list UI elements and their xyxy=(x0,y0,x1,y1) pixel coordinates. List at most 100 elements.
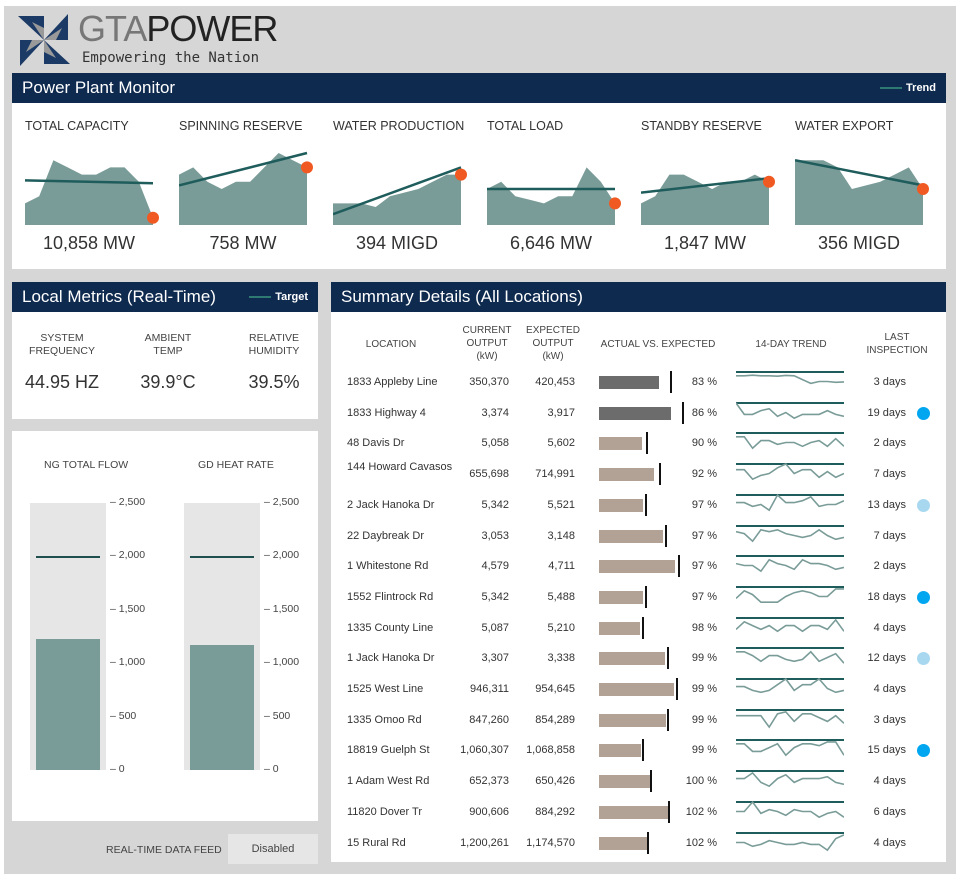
actual-bar xyxy=(599,376,659,389)
last-inspection-cell: 3 days xyxy=(873,713,906,726)
trend-sparkline xyxy=(736,401,844,419)
trend-sparkline xyxy=(736,800,844,818)
gauge-tick-label: – 1,000 xyxy=(110,656,146,669)
actual-bar xyxy=(599,437,642,451)
current-output-cell: 946,311 xyxy=(470,683,509,695)
percent-cell: 99 % xyxy=(691,652,717,665)
kpi-title: WATER PRODUCTION xyxy=(333,119,465,133)
percent-cell: 86 % xyxy=(691,406,717,419)
column-header-expected-output[interactable]: EXPECTED OUTPUT (kW) xyxy=(517,324,589,363)
gauge-tick-label: – 2,000 xyxy=(264,549,300,562)
table-row[interactable]: 1552 Flintrock Rd 5,342 5,488 97 % 18 days xyxy=(331,582,945,613)
expected-marker xyxy=(645,585,647,608)
expected-output-cell: 5,488 xyxy=(547,590,575,603)
metric-value: 39.9°C xyxy=(140,372,196,392)
table-row[interactable]: 1 Whitestone Rd 4,579 4,711 97 % 2 days xyxy=(331,551,945,582)
column-header-location[interactable]: LOCATION xyxy=(351,338,431,351)
gauge-tick-label: – 0 xyxy=(110,763,125,775)
percent-cell: 97 % xyxy=(691,560,717,573)
table-row[interactable]: 1525 West Line 946,311 954,645 99 % 4 days xyxy=(331,674,945,705)
gauge-value-bar xyxy=(36,638,100,770)
kpi-card: TOTAL LOAD 6,646 MW xyxy=(474,103,628,263)
actual-bar xyxy=(599,498,643,512)
trend-line xyxy=(736,558,844,573)
kpi-sparkline xyxy=(487,167,621,225)
actual-bar xyxy=(599,468,654,482)
kpi-title: SPINNING RESERVE xyxy=(179,119,303,133)
trend-sparkline xyxy=(736,555,844,573)
table-row[interactable]: 2 Jack Hanoka Dr 5,342 5,521 97 % 13 days xyxy=(331,490,945,521)
kpi-title: TOTAL LOAD xyxy=(487,119,564,133)
kpi-value: 394 MIGD xyxy=(355,233,439,253)
table-row[interactable]: 48 Davis Dr 5,058 5,602 90 % 2 days xyxy=(331,428,945,459)
kpi-card: TOTAL CAPACITY 10,858 MW xyxy=(12,103,166,263)
expected-output-cell: 5,521 xyxy=(547,498,575,511)
panel-title: Local Metrics (Real-Time) xyxy=(22,287,216,306)
local-metrics-panel: Local Metrics (Real-Time) Target SYSTEM F… xyxy=(12,282,318,419)
actual-bar xyxy=(599,406,671,420)
kpi-title: STANDBY RESERVE xyxy=(641,119,762,133)
metric-value: 39.5% xyxy=(248,372,300,392)
percent-cell: 97 % xyxy=(691,529,717,542)
column-header-actual-vs-expected[interactable]: ACTUAL VS. EXPECTED xyxy=(593,338,723,351)
legend-line-icon xyxy=(249,296,272,298)
table-row[interactable]: 18819 Guelph St 1,060,307 1,068,858 99 % 15 … xyxy=(331,735,945,766)
kpi-area xyxy=(487,167,615,225)
trend-line xyxy=(736,436,844,450)
table-row[interactable]: 1335 County Line 5,087 5,210 98 % 4 days xyxy=(331,613,945,644)
metric-ambient-temp: AMBIENT TEMP 39.9°C xyxy=(118,332,218,393)
expected-output-cell: 884,292 xyxy=(535,805,575,818)
gauge-tick-label: – 500 xyxy=(110,709,137,722)
expected-output-cell: 4,711 xyxy=(548,560,575,573)
brand-tagline: Empowering the Nation xyxy=(82,50,260,66)
actual-bar xyxy=(599,744,641,758)
kpi-value: 1,847 MW xyxy=(663,233,747,253)
actual-bar xyxy=(599,775,650,789)
table-row[interactable]: 144 Howard Cavasos 655,698 714,991 92 % 7 da… xyxy=(331,459,945,490)
realtime-feed-toggle-button[interactable]: Disabled xyxy=(228,834,318,864)
trend-line xyxy=(736,587,844,603)
legend-line-icon xyxy=(880,87,903,89)
table-row[interactable]: 1 Adam West Rd 652,373 650,426 100 % 4 days xyxy=(331,766,945,797)
gauge-tick-label: – 1,500 xyxy=(110,602,146,615)
table-row[interactable]: 1833 Appleby Line 350,370 420,453 83 % 3 day… xyxy=(331,367,945,398)
column-header-14-day-trend[interactable]: 14-DAY TREND xyxy=(736,338,846,351)
kpi-endpoint-marker xyxy=(763,175,775,188)
current-output-cell: 5,087 xyxy=(481,621,509,634)
expected-marker xyxy=(668,800,670,823)
current-output-cell: 3,374 xyxy=(481,406,509,419)
percent-cell: 99 % xyxy=(691,683,717,695)
trend-line xyxy=(736,402,844,419)
last-inspection-cell: 4 days xyxy=(873,775,906,788)
current-output-cell: 3,307 xyxy=(481,652,509,665)
table-row[interactable]: 15 Rural Rd 1,200,261 1,174,570 102 % 4 days xyxy=(331,828,945,859)
table-row[interactable]: 1335 Omoo Rd 847,260 854,289 99 % 3 days xyxy=(331,705,945,736)
table-row[interactable]: 1833 Highway 4 3,374 3,917 86 % 19 days xyxy=(331,398,945,429)
kpi-area xyxy=(333,174,461,225)
current-output-cell: 652,373 xyxy=(469,775,509,788)
gauge-title: NG TOTAL FLOW xyxy=(44,459,129,471)
kpi-area xyxy=(179,153,307,225)
realtime-feed-label: REAL-TIME DATA FEED xyxy=(106,844,222,856)
trend-line xyxy=(736,650,844,665)
expected-output-cell: 1,174,570 xyxy=(526,836,575,849)
table-row[interactable]: 22 Daybreak Dr 3,053 3,148 97 % 7 days xyxy=(331,521,945,552)
kpi-sparkline xyxy=(25,160,159,225)
trend-line xyxy=(736,833,844,851)
percent-cell: 83 % xyxy=(691,376,717,388)
last-inspection-cell: 13 days xyxy=(867,498,906,511)
table-row[interactable]: 11820 Dover Tr 900,606 884,292 102 % 6 days xyxy=(331,797,945,828)
inspection-status-dot xyxy=(917,406,930,420)
kpi-endpoint-marker xyxy=(609,197,621,210)
percent-cell: 102 % xyxy=(685,805,717,818)
expected-marker xyxy=(667,647,669,670)
gauge-target-line xyxy=(36,556,100,559)
trend-line xyxy=(736,677,844,694)
last-inspection-cell: 6 days xyxy=(873,805,906,818)
kpi-card: WATER PRODUCTION 394 MIGD xyxy=(320,103,474,263)
current-output-cell: 3,053 xyxy=(481,529,509,542)
column-header-current-output[interactable]: CURRENT OUTPUT (kW) xyxy=(451,324,523,363)
last-inspection-cell: 4 days xyxy=(873,621,906,634)
column-header-last-inspection[interactable]: LAST INSPECTION xyxy=(857,331,937,357)
table-row[interactable]: 1 Jack Hanoka Dr 3,307 3,338 99 % 12 days xyxy=(331,643,945,674)
